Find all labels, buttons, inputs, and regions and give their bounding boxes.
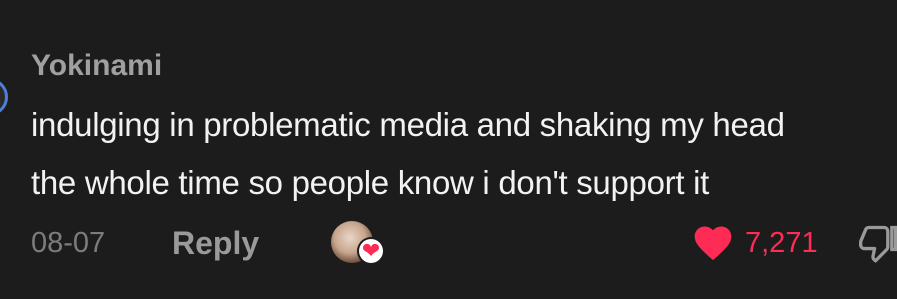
- comment: Yokinami indulging in problematic media …: [31, 44, 897, 212]
- thumbs-down-icon[interactable]: [857, 221, 897, 267]
- comment-text-line: the whole time so people know i don't su…: [31, 164, 709, 201]
- reply-button[interactable]: Reply: [172, 225, 259, 262]
- comment-text: indulging in problematic media and shaki…: [31, 96, 891, 212]
- heart-icon[interactable]: [690, 221, 736, 265]
- comment-actions: 08-07 Reply ❤ 7,271: [31, 221, 897, 269]
- comment-username[interactable]: Yokinami: [31, 44, 897, 88]
- commenter-avatar[interactable]: [0, 78, 8, 116]
- creator-liked-heart-icon: ❤: [359, 239, 383, 263]
- comment-text-line: indulging in problematic media and shaki…: [31, 106, 785, 143]
- comment-date: 08-07: [31, 227, 106, 259]
- like-count: 7,271: [745, 227, 818, 259]
